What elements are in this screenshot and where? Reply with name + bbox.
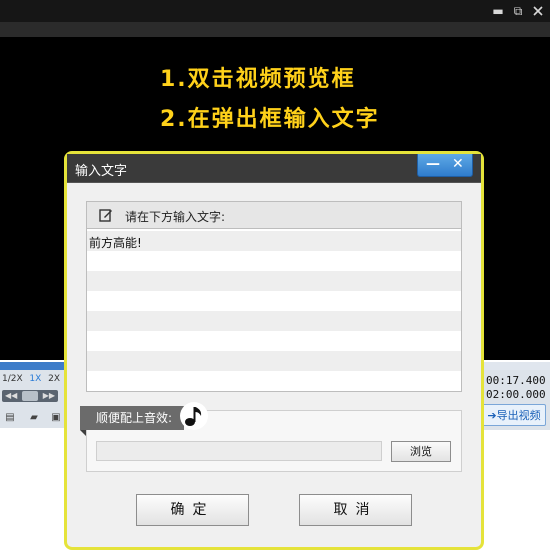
progress-fill (0, 362, 66, 370)
dialog-title: 输入文字 (75, 164, 128, 179)
dialog-titlebar: 输入文字 — ✕ (67, 154, 481, 183)
entered-text[interactable]: 前方高能! (89, 234, 142, 251)
close-window-icon[interactable] (530, 3, 546, 19)
browse-button[interactable]: 浏览 (391, 441, 451, 462)
hint-line-2: 2.在弹出框输入文字 (160, 107, 380, 132)
total-time: 02:00.000 (486, 388, 546, 401)
sound-file-path-input[interactable] (96, 441, 382, 461)
ok-button[interactable]: 确定 (136, 494, 249, 526)
text-section-header: 请在下方输入文字: (86, 201, 462, 229)
hint-line-1: 1.双击视频预览框 (160, 67, 356, 92)
open-folder-icon[interactable]: ▰ (28, 412, 40, 424)
text-row (87, 231, 461, 251)
speed-slider-knob[interactable] (22, 391, 38, 401)
speed-slider[interactable]: ◀◀ ▶▶ (2, 390, 58, 402)
forward-icon[interactable]: ▶▶ (43, 390, 55, 402)
speed-1x[interactable]: 1X (29, 374, 41, 388)
toolbar-strip (0, 22, 550, 37)
current-time: 00:17.400 (486, 374, 546, 387)
dialog-window-controls: — ✕ (417, 154, 473, 177)
new-file-icon[interactable]: ▤ (4, 412, 16, 424)
speed-half[interactable]: 1/2X (2, 374, 23, 388)
text-row (87, 311, 461, 331)
speed-selector: 1/2X 1X 2X (2, 374, 60, 388)
rewind-icon[interactable]: ◀◀ (5, 390, 17, 402)
export-video-button[interactable]: ➔导出视频 (482, 404, 546, 426)
minimize-window-icon[interactable]: ▬ (490, 3, 506, 19)
text-row (87, 351, 461, 371)
text-row (87, 271, 461, 291)
save-icon[interactable]: ▣ (50, 412, 62, 424)
dialog-minimize-icon[interactable]: — (426, 154, 440, 174)
speed-2x[interactable]: 2X (48, 374, 60, 388)
music-note-icon (180, 402, 208, 430)
edit-icon (99, 209, 112, 222)
export-label: 导出视频 (496, 409, 541, 422)
export-arrow-icon: ➔ (487, 409, 497, 422)
cancel-button[interactable]: 取消 (299, 494, 412, 526)
app-titlebar: ▬ ⧉ (0, 0, 550, 22)
text-input-area[interactable]: 前方高能! (86, 229, 462, 392)
dialog-close-icon[interactable]: ✕ (452, 154, 464, 174)
restore-window-icon[interactable]: ⧉ (510, 3, 526, 19)
sound-effect-label: 顺便配上音效: (80, 406, 184, 436)
text-section-label: 请在下方输入文字: (125, 210, 226, 224)
